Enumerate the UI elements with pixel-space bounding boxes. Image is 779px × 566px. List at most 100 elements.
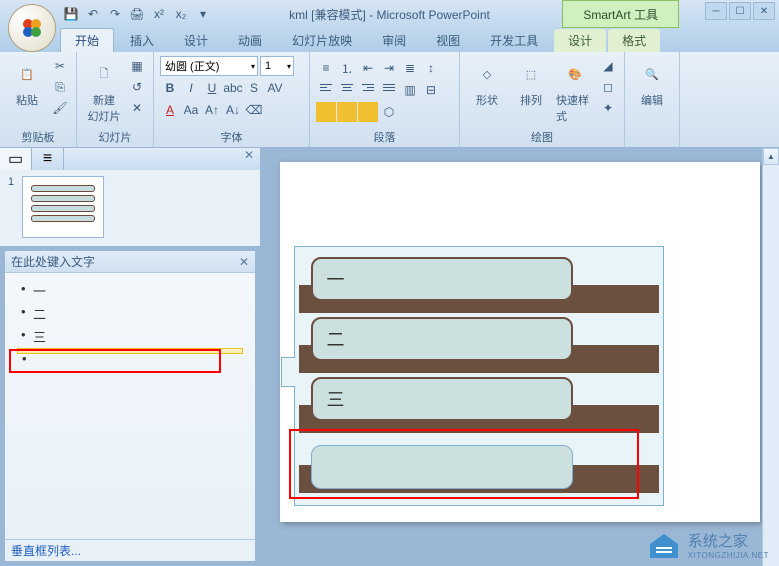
underline-button[interactable]: U [202, 78, 222, 98]
subscript-icon[interactable]: x₂ [172, 5, 190, 23]
tab-design[interactable]: 设计 [170, 29, 222, 52]
shrink-font-button[interactable]: A↓ [223, 100, 243, 120]
thumbnail-close-icon[interactable]: ✕ [238, 148, 260, 170]
group-slides: 🗋 新建 幻灯片 ▦ ↺ ✕ 幻灯片 [77, 52, 154, 147]
thumbnail-strip: 1 [0, 170, 260, 246]
new-slide-button[interactable]: 🗋 新建 幻灯片 [83, 56, 125, 126]
text-pane-close-icon[interactable]: ✕ [239, 255, 249, 269]
tab-developer[interactable]: 开发工具 [476, 29, 552, 52]
shadow-button[interactable]: S [244, 78, 264, 98]
bullets-button[interactable]: ≡ [316, 58, 336, 78]
scroll-up-icon[interactable]: ▲ [763, 148, 779, 165]
shapes-icon: ◇ [471, 58, 503, 90]
group-clipboard: 📋 粘贴 ✂ ⎘ 🖌 剪贴板 [0, 52, 77, 147]
delete-slide-icon[interactable]: ✕ [127, 98, 147, 118]
minimize-button[interactable]: ─ [705, 2, 727, 20]
clear-format-button[interactable]: ⌫ [244, 100, 264, 120]
justify-button[interactable] [379, 80, 399, 100]
columns-button[interactable]: ▥ [400, 80, 420, 100]
cut-icon[interactable]: ✂ [50, 56, 70, 76]
shape-outline-icon[interactable]: ◻ [598, 77, 618, 97]
numbering-button[interactable]: ⒈ [337, 58, 357, 78]
reset-icon[interactable]: ↺ [127, 77, 147, 97]
format-painter-icon[interactable]: 🖌 [50, 98, 70, 118]
text-item[interactable]: 三 [17, 325, 243, 348]
tab-home[interactable]: 开始 [60, 28, 114, 52]
arrange-button[interactable]: ⬚ 排列 [510, 56, 552, 110]
contextual-tab-label: SmartArt 工具 [562, 0, 679, 28]
copy-icon[interactable]: ⎘ [50, 77, 70, 97]
maximize-button[interactable]: ☐ [729, 2, 751, 20]
font-color-button[interactable]: A [160, 100, 180, 120]
convert-smartart-button[interactable]: ⬡ [379, 102, 399, 122]
grow-font-button[interactable]: A↑ [202, 100, 222, 120]
smartart-shape[interactable]: 二 [311, 317, 573, 361]
office-logo-icon [18, 14, 46, 42]
smartart-frame[interactable]: 一 二 三 [294, 246, 664, 506]
tab-review[interactable]: 审阅 [368, 29, 420, 52]
smartart-shape[interactable]: 一 [311, 257, 573, 301]
save-icon[interactable]: 💾 [62, 5, 80, 23]
spacing-button[interactable]: AV [265, 78, 285, 98]
quickstyle-button[interactable]: 🎨 快速样式 [554, 56, 596, 126]
align-left-button[interactable] [316, 80, 336, 100]
text-pane-toggle[interactable] [281, 357, 295, 387]
font-family-combo[interactable]: 幼圆 (正文) [160, 56, 258, 76]
smartart-shape[interactable]: 三 [311, 377, 573, 421]
slide-thumbnail[interactable] [22, 176, 104, 238]
new-slide-label: 新建 幻灯片 [88, 92, 121, 124]
superscript-icon[interactable]: x² [150, 5, 168, 23]
tab-smartart-design[interactable]: 设计 [554, 29, 606, 52]
annotation-highlight [289, 429, 639, 499]
close-button[interactable]: ✕ [753, 2, 775, 20]
align-text-button[interactable]: ⊟ [421, 80, 441, 100]
group-slides-label: 幻灯片 [83, 127, 147, 145]
tab-animation[interactable]: 动画 [224, 29, 276, 52]
quick-access-toolbar: 💾 ↶ ↷ 🖨 x² x₂ ▾ [62, 5, 212, 23]
text-pane-footer[interactable]: 垂直框列表... [5, 539, 255, 561]
thumbnail-tab-slides[interactable]: ▭ [0, 148, 32, 170]
decrease-indent-button[interactable]: ⇤ [358, 58, 378, 78]
shape-effects-icon[interactable]: ✦ [598, 98, 618, 118]
increase-indent-button[interactable]: ⇥ [379, 58, 399, 78]
change-case-button[interactable]: Aa [181, 100, 201, 120]
align-center-button[interactable] [337, 80, 357, 100]
shape-fill-icon[interactable]: ◢ [598, 56, 618, 76]
layout-icon[interactable]: ▦ [127, 56, 147, 76]
tab-insert[interactable]: 插入 [116, 29, 168, 52]
shapes-button[interactable]: ◇ 形状 [466, 56, 508, 110]
text-pane-list[interactable]: 一 二 三 [5, 273, 255, 539]
qat-more-icon[interactable]: ▾ [194, 5, 212, 23]
italic-button[interactable]: I [181, 78, 201, 98]
redo-icon[interactable]: ↷ [106, 5, 124, 23]
text-direction-button[interactable]: ↕ [421, 58, 441, 78]
tab-smartart-format[interactable]: 格式 [608, 29, 660, 52]
shapes-label: 形状 [476, 92, 498, 108]
highlight-right[interactable] [358, 102, 378, 122]
strike-button[interactable]: abc [223, 78, 243, 98]
arrange-label: 排列 [520, 92, 542, 108]
text-item[interactable]: 一 [17, 279, 243, 302]
group-editing: 🔍 编辑 [625, 52, 680, 147]
print-icon[interactable]: 🖨 [128, 5, 146, 23]
text-item[interactable]: 二 [17, 302, 243, 325]
line-spacing-button[interactable]: ≣ [400, 58, 420, 78]
align-right-button[interactable] [358, 80, 378, 100]
highlight-left[interactable] [316, 102, 336, 122]
tab-slideshow[interactable]: 幻灯片放映 [278, 29, 366, 52]
bold-button[interactable]: B [160, 78, 180, 98]
watermark: 系统之家 XITONGZHIJIA.NET [646, 530, 769, 560]
tab-view[interactable]: 视图 [422, 29, 474, 52]
window-title: kml [兼容模式] - Microsoft PowerPoint [289, 6, 490, 23]
paste-button[interactable]: 📋 粘贴 [6, 56, 48, 110]
font-size-combo[interactable]: 1 [260, 56, 294, 76]
undo-icon[interactable]: ↶ [84, 5, 102, 23]
thumbnail-tab-outline[interactable]: ≡ [32, 148, 64, 170]
slide-canvas[interactable]: 一 二 三 [280, 162, 760, 522]
vertical-scrollbar[interactable]: ▲ [762, 148, 779, 566]
window-controls: ─ ☐ ✕ [705, 2, 775, 20]
office-button[interactable] [8, 4, 56, 52]
highlight-center[interactable] [337, 102, 357, 122]
slide-editor: 一 二 三 ▲ [260, 148, 779, 566]
editing-button[interactable]: 🔍 编辑 [631, 56, 673, 110]
